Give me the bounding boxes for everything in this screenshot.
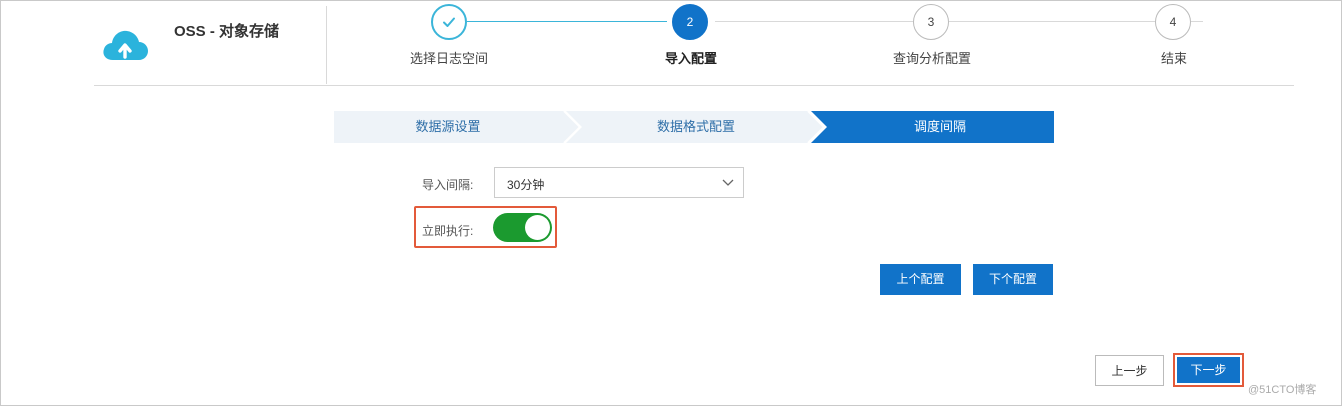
interval-select[interactable]: 30分钟 bbox=[494, 167, 744, 198]
step-connector-4 bbox=[1191, 21, 1203, 22]
config-subtabs: 数据源设置 数据格式配置 调度间隔 bbox=[334, 111, 1054, 143]
prev-config-button[interactable]: 上个配置 bbox=[880, 264, 961, 295]
interval-select-value: 30分钟 bbox=[507, 178, 545, 192]
check-icon bbox=[443, 17, 455, 27]
step-3-number: 3 bbox=[927, 15, 935, 29]
next-step-button[interactable]: 下一步 bbox=[1177, 357, 1240, 383]
step-2-circle: 2 bbox=[672, 4, 708, 40]
header-bottom-divider bbox=[94, 85, 1294, 86]
step-1-circle bbox=[431, 4, 467, 40]
header-divider bbox=[326, 6, 327, 84]
subtab-schedule-interval[interactable]: 调度间隔 bbox=[826, 111, 1054, 143]
next-config-button[interactable]: 下个配置 bbox=[973, 264, 1053, 295]
toggle-knob bbox=[525, 215, 550, 240]
step-2-number: 2 bbox=[686, 15, 694, 29]
step-4-circle: 4 bbox=[1155, 4, 1191, 40]
prev-step-button[interactable]: 上一步 bbox=[1095, 355, 1164, 386]
product-title: OSS - 对象存储 bbox=[174, 23, 280, 40]
interval-label: 导入间隔: bbox=[422, 178, 474, 192]
watermark: @51CTO博客 bbox=[1248, 384, 1317, 396]
step-3-circle: 3 bbox=[913, 4, 949, 40]
subtab-data-format[interactable]: 数据格式配置 bbox=[582, 111, 810, 143]
step-4-number: 4 bbox=[1169, 15, 1177, 29]
step-2-label: 导入配置 bbox=[664, 51, 717, 66]
step-connector-2 bbox=[715, 21, 913, 22]
run-now-label: 立即执行: bbox=[422, 224, 474, 238]
subtab-datasource[interactable]: 数据源设置 bbox=[334, 111, 562, 143]
step-4-label: 结束 bbox=[1160, 51, 1187, 66]
chevron-down-icon bbox=[722, 179, 734, 186]
step-1-label: 选择日志空间 bbox=[409, 51, 488, 66]
step-connector-1 bbox=[467, 21, 667, 22]
cloud-upload-icon bbox=[103, 30, 148, 60]
run-now-toggle[interactable] bbox=[493, 213, 552, 242]
step-3-label: 查询分析配置 bbox=[892, 51, 971, 66]
step-connector-3 bbox=[949, 21, 1155, 22]
